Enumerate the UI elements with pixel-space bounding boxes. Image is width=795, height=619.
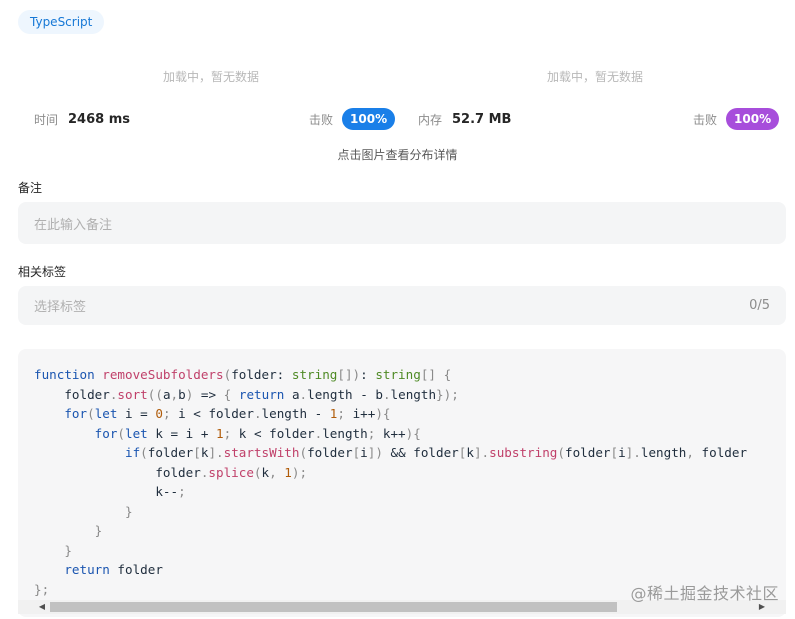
code-content: function removeSubfolders(folder: string… — [34, 365, 747, 599]
runtime-chart-placeholder[interactable]: 加载中，暂无数据 — [61, 68, 361, 85]
code-line: if(folder[k].startsWith(folder[i]) && fo… — [125, 445, 748, 460]
runtime-beat: 击败 100% — [309, 108, 396, 130]
language-tag[interactable]: TypeScript — [18, 10, 105, 34]
code-line: return folder — [64, 562, 163, 577]
code-line: folder.sort((a,b) => { return a.length -… — [34, 386, 459, 402]
watermark: @稀土掘金技术社区 — [630, 584, 779, 603]
runtime-beat-badge: 100% — [342, 108, 396, 130]
code-line: } — [125, 503, 133, 519]
code-line: for(let i = 0; i < folder.length - 1; i+… — [64, 406, 391, 421]
code-line: k--; — [34, 484, 186, 499]
notes-label: 备注 — [18, 181, 43, 195]
distribution-hint: 点击图片查看分布详情 — [337, 148, 458, 162]
tags-label: 相关标签 — [18, 265, 67, 279]
tags-select[interactable]: 选择标签 0/5 — [18, 286, 786, 325]
runtime-beat-label: 击败 — [309, 112, 334, 127]
memory-chart-placeholder[interactable]: 加载中，暂无数据 — [445, 68, 745, 85]
code-line: } — [94, 523, 103, 538]
notes-input[interactable]: 在此输入备注 — [18, 202, 786, 244]
memory-beat: 击败 100% — [693, 108, 780, 130]
code-line: function removeSubfolders(folder: string… — [34, 367, 452, 382]
code-line: for(let k = i + 1; k < folder.length; k+… — [94, 425, 421, 441]
memory-beat-label: 击败 — [693, 112, 718, 127]
tags-placeholder: 选择标签 — [34, 300, 87, 315]
code-block[interactable]: function removeSubfolders(folder: string… — [18, 349, 786, 617]
code-line: }; — [34, 581, 50, 597]
code-line: } — [64, 542, 72, 558]
runtime-value: 2468 ms — [68, 111, 131, 127]
memory-value: 52.7 MB — [452, 111, 512, 127]
memory-stat: 内存 52.7 MB — [418, 108, 511, 130]
notes-placeholder: 在此输入备注 — [34, 217, 113, 233]
memory-label: 内存 — [418, 112, 443, 127]
runtime-label: 时间 — [34, 112, 59, 127]
scroll-thumb[interactable] — [50, 602, 617, 612]
code-line: folder.splice(k, 1); — [34, 464, 308, 480]
memory-beat-badge: 100% — [726, 108, 780, 130]
tags-counter: 0/5 — [749, 298, 770, 313]
scroll-left-arrow-icon[interactable]: ◀ — [34, 600, 50, 614]
runtime-stat: 时间 2468 ms — [34, 108, 130, 130]
